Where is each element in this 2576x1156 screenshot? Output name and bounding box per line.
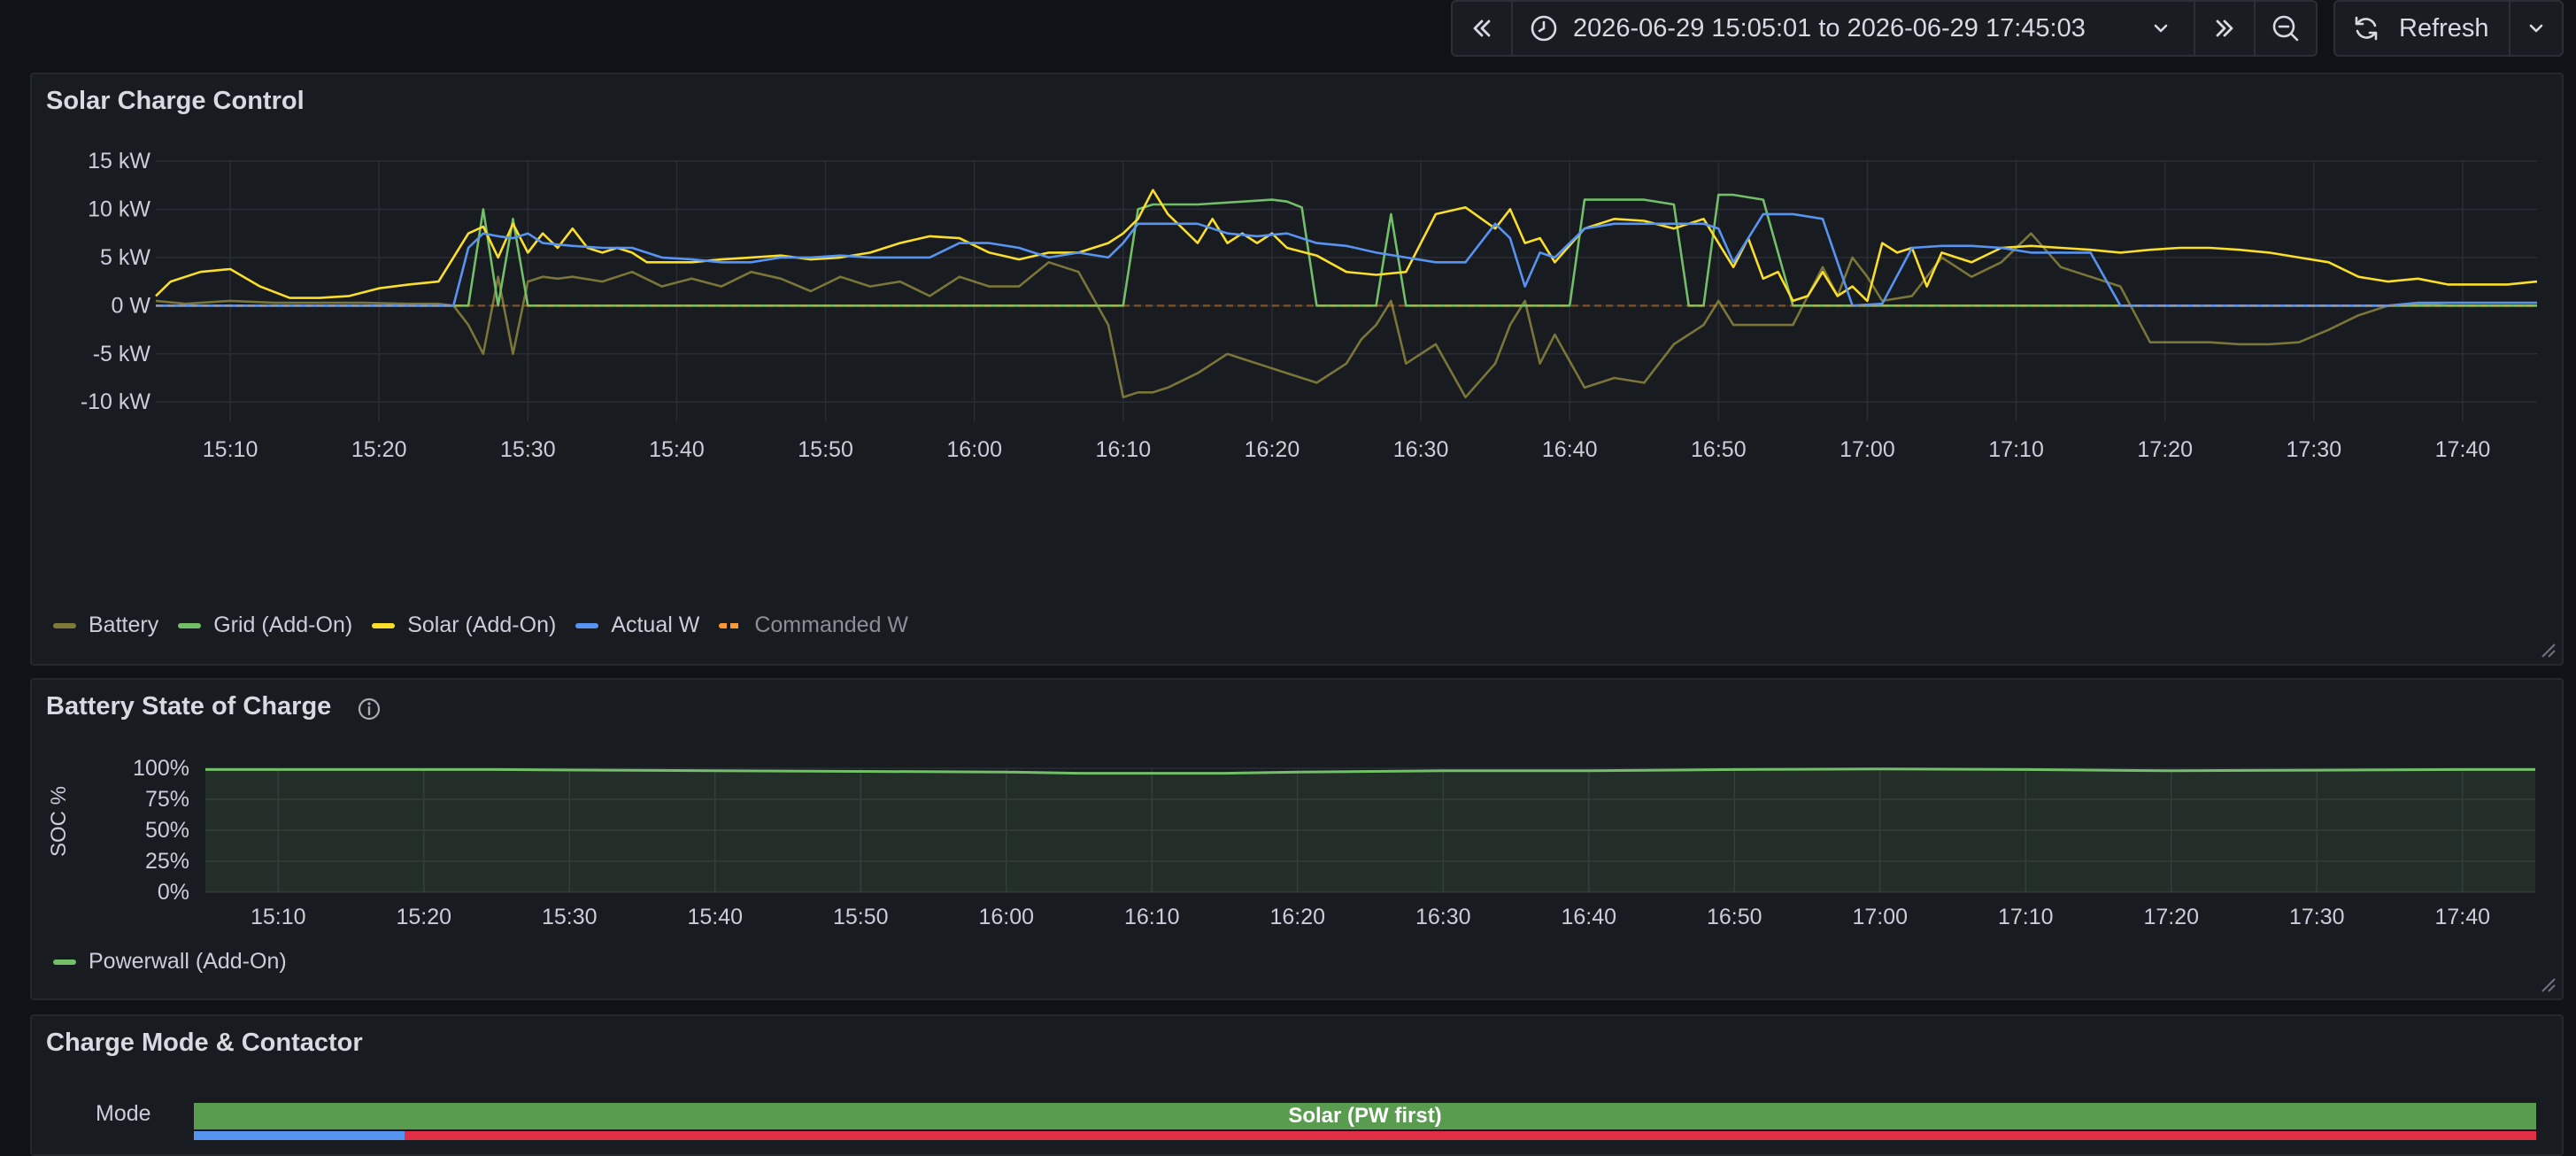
x-tick-label: 16:20 [1269, 905, 1325, 929]
panel-title[interactable]: Solar Charge Control [46, 87, 305, 116]
x-tick-label: 15:50 [798, 437, 853, 462]
y-axis-label: SOC % [47, 786, 71, 857]
chevron-down-icon [2154, 24, 2168, 33]
legend-label: Solar (Add-On) [407, 613, 557, 637]
series-line-grid-add-on[interactable] [156, 193, 2537, 307]
x-tick-label: 16:10 [1096, 437, 1152, 462]
zoom-out-button[interactable] [2254, 0, 2318, 57]
y-tick-label: 10 kW [88, 197, 150, 221]
x-tick-label: 17:40 [2435, 437, 2491, 462]
x-tick-label: 15:30 [542, 905, 598, 929]
x-tick-label: 15:40 [687, 905, 743, 929]
resize-handle-icon[interactable] [2539, 975, 2557, 993]
legend-item[interactable]: Commanded W [719, 613, 908, 638]
y-tick-label: 0% [158, 880, 189, 905]
time-toolbar: 2026-06-29 15:05:01 to 2026-06-29 17:45:… [0, 0, 2576, 60]
info-icon[interactable] [356, 696, 382, 722]
x-tick-label: 15:20 [351, 437, 407, 462]
legend-item[interactable]: Grid (Add-On) [178, 613, 352, 638]
x-tick-label: 17:20 [2137, 437, 2193, 462]
double-chevron-left-icon [1473, 19, 1491, 37]
chevron-down-icon [2529, 24, 2543, 33]
x-tick-label: 16:30 [1415, 905, 1471, 929]
solar-chart[interactable]: 15 kW 10 kW 5 kW 0 W -5 kW -10 kW 15:10 15:20 1… [32, 145, 2565, 667]
series-line-actual-w[interactable] [156, 212, 2537, 307]
x-tick-label: 16:00 [946, 437, 1002, 462]
refresh-label: Refresh [2399, 13, 2489, 42]
x-tick-label: 15:20 [396, 905, 451, 929]
x-tick-label: 16:40 [1542, 437, 1598, 462]
y-tick-label: 50% [145, 818, 189, 843]
legend-label: Battery [89, 613, 159, 637]
refresh-icon [2355, 16, 2378, 41]
legend-item[interactable]: Battery [53, 613, 158, 638]
x-tick-label: 15:40 [649, 437, 705, 462]
x-tick-label: 15:30 [500, 437, 556, 462]
x-tick-label: 17:40 [2434, 905, 2490, 929]
x-tick-label: 17:10 [1988, 437, 2044, 462]
legend-label: Powerwall (Add-On) [89, 949, 287, 974]
y-tick-label: 25% [145, 849, 189, 874]
shift-forward-button[interactable] [2194, 0, 2256, 57]
panel-title[interactable]: Charge Mode & Contactor [46, 1029, 363, 1058]
refresh-interval-dropdown[interactable] [2509, 0, 2564, 57]
chart-legend: Powerwall (Add-On) [53, 949, 306, 975]
clock-icon [1531, 15, 1557, 42]
x-tick-label: 16:30 [1393, 437, 1449, 462]
y-tick-label: 5 kW [100, 245, 150, 270]
x-tick-label: 17:30 [2287, 437, 2342, 462]
charge-mode-panel: Charge Mode & Contactor Mode Solar (PW f… [30, 1014, 2564, 1156]
refresh-button[interactable]: Refresh [2333, 0, 2510, 57]
x-tick-label: 15:10 [203, 437, 258, 462]
x-tick-label: 16:00 [978, 905, 1034, 929]
legend-item[interactable]: Solar (Add-On) [372, 613, 556, 638]
x-tick-label: 16:20 [1245, 437, 1300, 462]
series-area-powerwall [205, 768, 2535, 892]
panel-title[interactable]: Battery State of Charge [46, 692, 331, 721]
y-tick-label: 15 kW [88, 149, 150, 173]
time-range-label: 2026-06-29 15:05:01 to 2026-06-29 17:45:… [1573, 13, 2086, 42]
x-tick-label: 17:00 [1852, 905, 1908, 929]
contactor-state-bar[interactable] [194, 1131, 2536, 1140]
x-tick-label: 16:50 [1691, 437, 1747, 462]
legend-swatch [178, 622, 202, 628]
y-tick-label: 75% [145, 787, 189, 812]
resize-handle-icon[interactable] [2539, 641, 2557, 659]
mode-state-bar[interactable]: Solar (PW first) [194, 1103, 2536, 1129]
y-tick-label: 100% [133, 756, 189, 781]
y-tick-label: -10 kW [81, 389, 151, 414]
legend-swatch [575, 622, 599, 628]
legend-swatch [53, 959, 76, 965]
x-tick-label: 15:10 [251, 905, 306, 929]
x-tick-label: 17:10 [1998, 905, 2054, 929]
x-tick-label: 17:30 [2289, 905, 2345, 929]
solar-charge-panel: Solar Charge Control 15 kW 10 kW 5 kW 0 W -5… [30, 73, 2564, 666]
mode-row-label: Mode [96, 1101, 151, 1126]
legend-swatch [53, 622, 76, 628]
mode-state-label: Solar (PW first) [1288, 1104, 1442, 1128]
double-chevron-right-icon [2216, 19, 2233, 37]
soc-chart[interactable]: SOC % 100% 75% 50% 25% 0% 15:10 15:20 15:30 15:… [32, 742, 2565, 990]
legend-item[interactable]: Powerwall (Add-On) [53, 949, 287, 975]
legend-item[interactable]: Actual W [575, 613, 699, 638]
legend-label: Actual W [611, 613, 700, 637]
x-tick-label: 16:40 [1561, 905, 1616, 929]
x-tick-label: 16:50 [1707, 905, 1762, 929]
legend-label: Commanded W [754, 613, 909, 637]
shift-back-button[interactable] [1451, 0, 1513, 57]
legend-swatch [719, 622, 743, 628]
time-range-picker[interactable]: 2026-06-29 15:05:01 to 2026-06-29 17:45:… [1511, 0, 2195, 57]
y-tick-label: 0 W [112, 293, 151, 318]
legend-label: Grid (Add-On) [213, 613, 353, 637]
x-tick-label: 15:50 [833, 905, 889, 929]
x-tick-label: 17:20 [2143, 905, 2199, 929]
battery-soc-panel: Battery State of Charge SOC % 100% 75% 50%… [30, 678, 2564, 1000]
legend-swatch [372, 622, 396, 628]
zoom-out-icon [2272, 15, 2299, 42]
x-tick-label: 16:10 [1124, 905, 1180, 929]
chart-legend: Battery Grid (Add-On) Solar (Add-On) Actual… [53, 613, 928, 638]
x-tick-label: 17:00 [1839, 437, 1895, 462]
y-tick-label: -5 kW [93, 342, 151, 366]
